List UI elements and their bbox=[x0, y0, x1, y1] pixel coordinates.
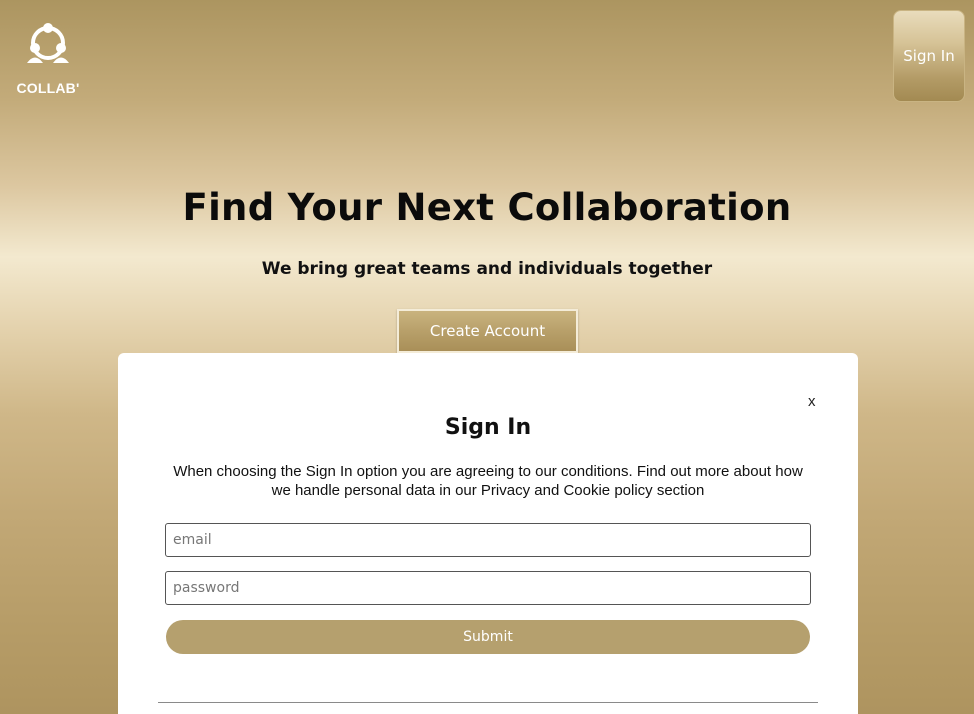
close-button[interactable]: x bbox=[808, 393, 816, 410]
sign-in-modal: x Sign In When choosing the Sign In opti… bbox=[118, 353, 858, 714]
logo[interactable]: COLLAB' bbox=[14, 22, 82, 96]
create-account-button[interactable]: Create Account bbox=[397, 309, 578, 353]
modal-description: When choosing the Sign In option you are… bbox=[173, 463, 803, 499]
submit-button[interactable]: Submit bbox=[166, 620, 810, 654]
people-circle-icon bbox=[27, 23, 69, 63]
sign-in-button[interactable]: Sign In bbox=[893, 10, 965, 102]
logo-text: COLLAB' bbox=[16, 80, 80, 96]
hero-title: Find Your Next Collaboration bbox=[182, 186, 792, 229]
email-field[interactable] bbox=[165, 523, 811, 557]
modal-title: Sign In bbox=[444, 415, 532, 440]
hero-subtitle: We bring great teams and individuals tog… bbox=[261, 259, 713, 279]
password-field[interactable] bbox=[165, 571, 811, 605]
divider bbox=[158, 702, 818, 703]
